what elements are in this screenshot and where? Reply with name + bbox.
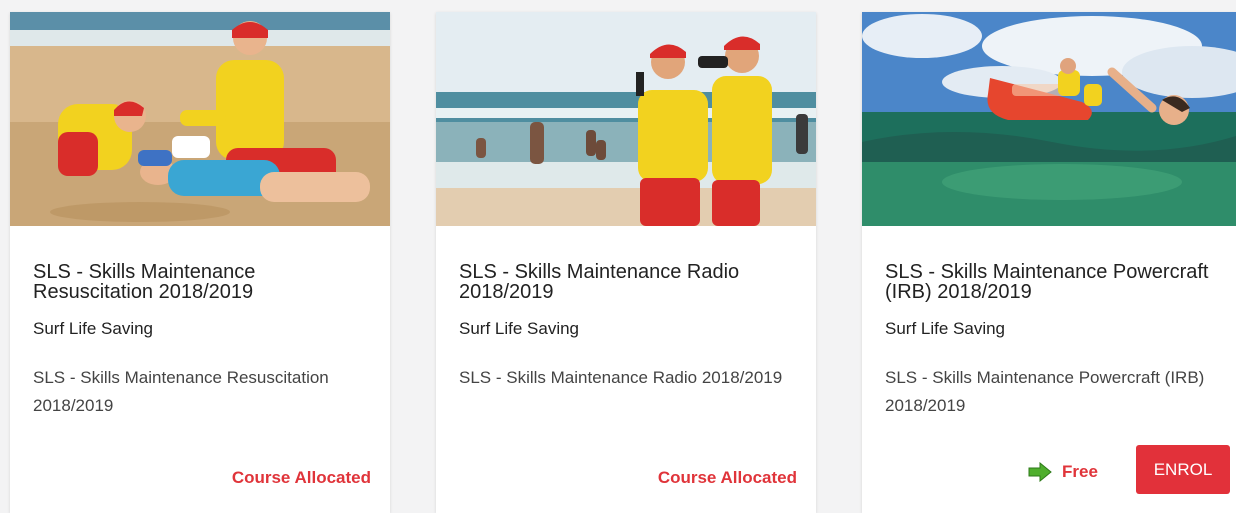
course-description: SLS - Skills Maintenance Resuscitation 2… [33, 368, 329, 415]
course-price: Free [1028, 459, 1098, 485]
course-title[interactable]: SLS - Skills Maintenance Resuscitation 2… [33, 262, 370, 302]
course-image-resuscitation[interactable] [10, 12, 390, 226]
course-card[interactable]: SLS - Skills Maintenance Resuscitation 2… [10, 12, 390, 513]
course-card[interactable]: SLS - Skills Maintenance Radio 2018/2019… [436, 12, 816, 513]
course-image-powercraft[interactable] [862, 12, 1236, 226]
course-provider: Surf Life Saving [33, 319, 154, 338]
price-label: Free [1062, 462, 1098, 481]
course-description: SLS - Skills Maintenance Powercraft (IRB… [885, 368, 1205, 415]
enrol-button[interactable]: ENROL [1136, 445, 1230, 494]
course-image-radio[interactable] [436, 12, 816, 226]
course-allocated-status[interactable]: Course Allocated [658, 468, 797, 488]
course-card[interactable]: SLS - Skills Maintenance Powercraft (IRB… [862, 12, 1236, 513]
course-description: SLS - Skills Maintenance Radio 2018/2019 [459, 368, 783, 387]
course-title[interactable]: SLS - Skills Maintenance Radio 2018/2019 [459, 262, 796, 302]
course-allocated-status[interactable]: Course Allocated [232, 468, 371, 488]
course-provider: Surf Life Saving [885, 319, 1006, 338]
green-arrow-right-icon [1028, 462, 1052, 482]
course-title[interactable]: SLS - Skills Maintenance Powercraft (IRB… [885, 262, 1216, 302]
course-grid: SLS - Skills Maintenance Resuscitation 2… [0, 0, 1236, 513]
course-provider: Surf Life Saving [459, 319, 580, 338]
